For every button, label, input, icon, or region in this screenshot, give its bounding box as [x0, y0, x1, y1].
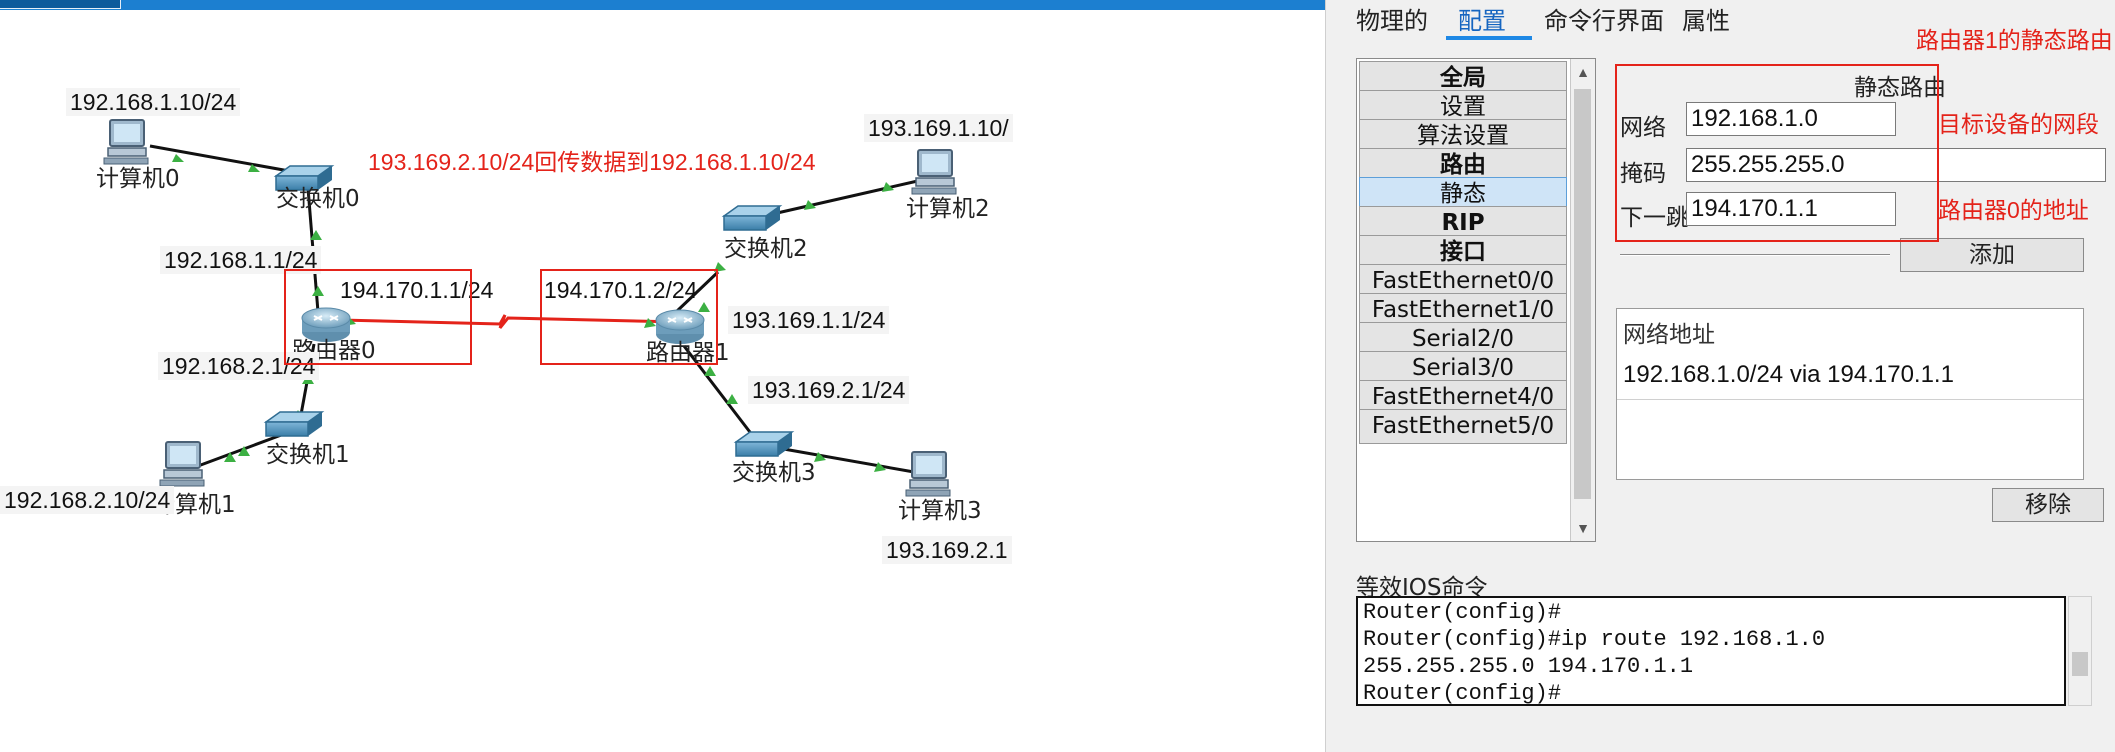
flow-annotation: 193.169.2.10/24回传数据到192.168.1.10/24 — [368, 149, 816, 175]
switch1-label: 交换机1 — [266, 442, 350, 468]
remove-button[interactable]: 移除 — [1992, 488, 2104, 522]
menu-item-fa5-0[interactable]: FastEthernet5/0 — [1359, 409, 1567, 444]
pc2-ip-label: 193.169.1.10/ — [864, 114, 1013, 142]
ios-scroll-thumb[interactable] — [2072, 652, 2088, 676]
form-highlight-box — [1615, 64, 1939, 242]
tab-attributes[interactable]: 属性 — [1682, 4, 1730, 38]
switch-icon[interactable] — [723, 205, 781, 231]
ios-console[interactable]: Router(config)# Router(config)#ip route 1… — [1356, 596, 2066, 706]
static-route-annotation: 路由器1的静态路由 — [1916, 27, 2113, 53]
pc0-label: 计算机0 — [96, 166, 180, 192]
pc-icon[interactable] — [159, 441, 205, 487]
config-panel: 物理的 配置 命令行界面 属性 路由器1的静态路由 全局 设置 算法设置 路由 … — [1325, 0, 2115, 752]
pc3-ip-label: 193.169.2.1 — [882, 536, 1012, 564]
add-button[interactable]: 添加 — [1900, 238, 2084, 272]
pc-icon[interactable] — [911, 149, 957, 195]
port-marker — [726, 394, 738, 404]
active-tab-indicator — [1446, 36, 1532, 40]
ios-text: Router(config)# Router(config)#ip route 1… — [1363, 599, 1825, 707]
link-sw2-pc2 — [763, 178, 923, 218]
switch-icon[interactable] — [735, 431, 793, 457]
scroll-up-icon[interactable]: ▲ — [1571, 59, 1595, 85]
tab-cli[interactable]: 命令行界面 — [1544, 4, 1664, 38]
route-list[interactable]: 网络地址 192.168.1.0/24 via 194.170.1.1 — [1616, 308, 2084, 480]
ios-line: 255.255.255.0 194.170.1.1 — [1363, 654, 1694, 679]
ios-scrollbar[interactable] — [2068, 596, 2092, 706]
topology-links — [103, 119, 957, 497]
switch-icon[interactable] — [265, 411, 323, 437]
switch3-label: 交换机3 — [732, 460, 816, 486]
pc-icon[interactable] — [103, 119, 149, 165]
ios-line: Router(config)# — [1363, 600, 1562, 625]
window-tab[interactable] — [0, 0, 121, 9]
port-marker — [704, 366, 716, 376]
pc3-label: 计算机3 — [898, 498, 982, 524]
config-menu[interactable]: 全局 设置 算法设置 路由 静态 RIP 接口 FastEthernet0/0 … — [1356, 58, 1596, 542]
menu-scrollbar[interactable]: ▲ ▼ — [1570, 59, 1595, 541]
scroll-down-icon[interactable]: ▼ — [1571, 515, 1595, 541]
ios-line: Router(config)#ip route 192.168.1.0 — [1363, 627, 1826, 652]
window-title-bar — [0, 0, 1325, 10]
pc2-label: 计算机2 — [906, 196, 990, 222]
network-annotation: 目标设备的网段 — [1938, 111, 2099, 137]
pc-icon[interactable] — [905, 451, 951, 497]
port-marker — [172, 154, 184, 162]
tab-config[interactable]: 配置 — [1458, 4, 1506, 38]
form-separator — [1620, 254, 1890, 256]
router1-highlight-box — [540, 269, 718, 365]
switch0-label: 交换机0 — [276, 186, 360, 212]
ios-line: Router(config)# — [1363, 681, 1562, 706]
switch2-label: 交换机2 — [724, 236, 808, 262]
r1-lan2-ip-label: 193.169.2.1/24 — [748, 376, 910, 404]
route-list-divider — [1617, 399, 2083, 400]
route-list-item[interactable]: 192.168.1.0/24 via 194.170.1.1 — [1623, 361, 1954, 389]
r1-lan1-ip-label: 193.169.1.1/24 — [728, 306, 890, 334]
router0-highlight-box — [284, 269, 472, 365]
pc1-ip-label: 192.168.2.10/24 — [0, 486, 175, 514]
tab-physical[interactable]: 物理的 — [1356, 4, 1428, 38]
menu-scroll-thumb[interactable] — [1574, 89, 1591, 499]
route-list-header: 网络地址 — [1623, 322, 1715, 348]
pc0-ip-label: 192.168.1.10/24 — [66, 88, 241, 116]
nexthop-annotation: 路由器0的地址 — [1938, 197, 2089, 223]
topology-canvas[interactable]: 计算机0 交换机0 路由器0 交换机1 计算机1 交换机2 计算机2 路由器1 … — [0, 10, 1325, 752]
